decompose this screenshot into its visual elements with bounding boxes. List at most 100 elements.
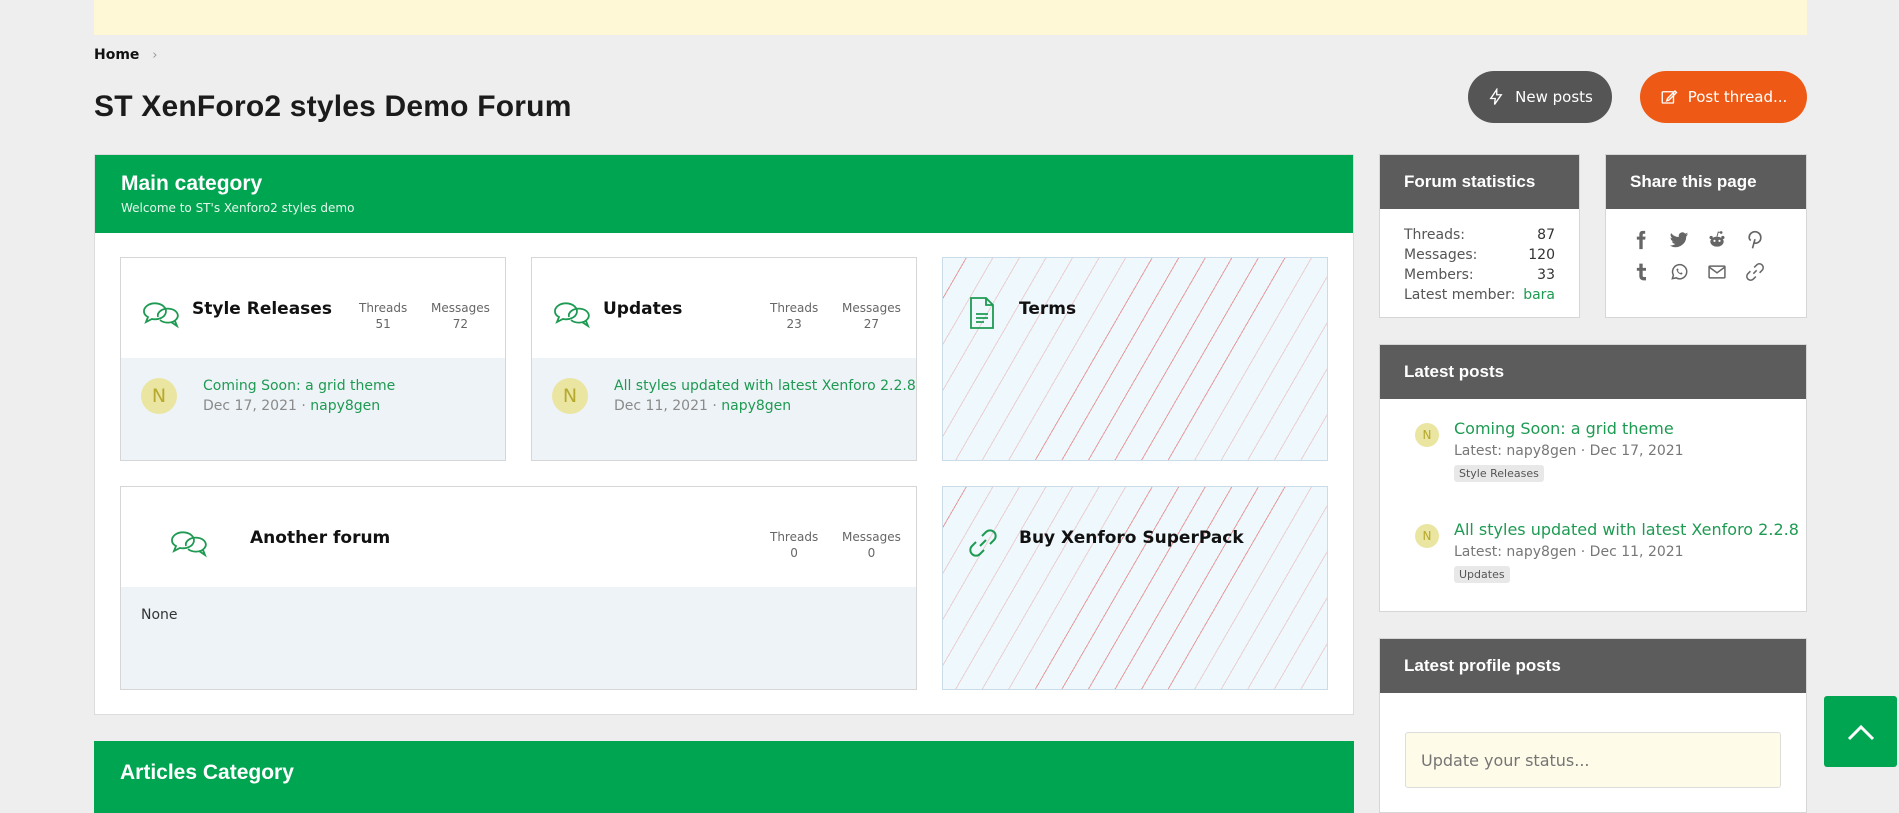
latest-profile-posts-title: Latest profile posts xyxy=(1380,639,1806,693)
articles-category-title[interactable]: Articles Category xyxy=(94,741,1354,805)
share-block: Share this page xyxy=(1605,154,1807,318)
threads-label: Threads xyxy=(770,301,819,315)
notice-bar xyxy=(94,0,1807,35)
new-posts-label: New posts xyxy=(1515,88,1593,106)
page-title: ST XenForo2 styles Demo Forum xyxy=(94,90,572,123)
whatsapp-icon[interactable] xyxy=(1668,261,1690,283)
avatar[interactable]: N xyxy=(1415,524,1439,548)
pinterest-icon[interactable] xyxy=(1744,229,1766,251)
messages-stat: Messages 27 xyxy=(842,301,901,331)
messages-stat: Messages 72 xyxy=(431,301,490,331)
edit-icon xyxy=(1661,90,1678,104)
messages-label: Messages xyxy=(842,301,901,315)
forum-node-style-releases: Style Releases Threads 51 Messages 72 N Co… xyxy=(120,257,506,461)
scroll-to-top-button[interactable] xyxy=(1824,696,1897,767)
no-latest-post: None xyxy=(141,607,178,623)
chat-bubbles-icon xyxy=(143,302,179,329)
messages-label: Messages xyxy=(431,301,490,315)
threads-label: Threads xyxy=(770,530,819,544)
articles-category-block: Articles Category xyxy=(94,741,1354,813)
avatar[interactable]: N xyxy=(141,378,177,414)
main-category-header: Main category Welcome to ST's Xenforo2 s… xyxy=(95,155,1353,233)
stat-value: 120 xyxy=(1528,247,1555,263)
facebook-icon[interactable] xyxy=(1630,229,1652,251)
chat-bubbles-icon xyxy=(171,531,207,558)
forum-statistics-list: Threads: 87 Messages: 120 Members: 33 Lates… xyxy=(1380,209,1579,321)
forum-title[interactable]: Another forum xyxy=(250,528,390,548)
breadcrumb: Home › xyxy=(94,47,158,63)
new-posts-button[interactable]: New posts xyxy=(1468,71,1612,123)
messages-label: Messages xyxy=(842,530,901,544)
latest-posts-block: Latest posts N Coming Soon: a grid theme… xyxy=(1379,344,1807,612)
latest-thread-link[interactable]: All styles updated with latest Xenforo 2… xyxy=(614,378,916,394)
reddit-icon[interactable] xyxy=(1706,229,1728,251)
status-update-input[interactable] xyxy=(1405,732,1781,788)
latest-posts-title: Latest posts xyxy=(1380,345,1806,399)
chat-bubbles-icon xyxy=(554,302,590,329)
main-category-description: Welcome to ST's Xenforo2 styles demo xyxy=(121,201,355,215)
main-category-title[interactable]: Main category xyxy=(121,172,1327,196)
messages-stat: Messages 0 xyxy=(842,530,901,560)
post-thread-label: Post thread... xyxy=(1687,88,1788,106)
stat-label: Threads: xyxy=(1404,227,1465,243)
twitter-icon[interactable] xyxy=(1668,229,1690,251)
stat-label: Members: xyxy=(1404,267,1474,283)
stat-row-latest-member: Latest member: bara xyxy=(1404,285,1555,305)
stat-value: 33 xyxy=(1537,267,1555,283)
forum-title[interactable]: Updates xyxy=(603,299,682,319)
latest-thread-link[interactable]: Coming Soon: a grid theme xyxy=(203,378,395,394)
bolt-icon xyxy=(1489,88,1503,105)
email-icon[interactable] xyxy=(1706,261,1728,283)
latest-post-meta: Latest: napy8gen · Dec 11, 2021 xyxy=(1454,544,1684,560)
messages-count: 72 xyxy=(452,317,469,331)
chevron-up-icon xyxy=(1847,724,1874,740)
avatar[interactable]: N xyxy=(1415,423,1439,447)
messages-count: 27 xyxy=(863,317,880,331)
link-title[interactable]: Terms xyxy=(1019,299,1076,319)
link-title[interactable]: Buy Xenforo SuperPack xyxy=(1019,528,1244,548)
latest-post-area: N Coming Soon: a grid theme Dec 17, 2021… xyxy=(121,358,505,460)
stat-row-threads: Threads: 87 xyxy=(1404,225,1555,245)
threads-count: 0 xyxy=(790,546,798,560)
forum-statistics-block: Forum statistics Threads: 87 Messages: 120… xyxy=(1379,154,1580,318)
threads-stat: Threads 51 xyxy=(359,301,407,331)
link-node-terms[interactable]: Terms xyxy=(942,257,1328,461)
link-node-superpack[interactable]: Buy Xenforo SuperPack xyxy=(942,486,1328,690)
breadcrumb-home[interactable]: Home xyxy=(94,47,139,63)
forum-tag[interactable]: Style Releases xyxy=(1454,465,1544,482)
avatar[interactable]: N xyxy=(552,378,588,414)
latest-user[interactable]: napy8gen xyxy=(310,398,380,414)
latest-user[interactable]: napy8gen xyxy=(721,398,791,414)
latest-thread-meta: Dec 11, 2021 · napy8gen xyxy=(614,398,792,414)
stat-label: Latest member: xyxy=(1404,287,1516,303)
threads-count: 23 xyxy=(786,317,802,331)
forum-title[interactable]: Style Releases xyxy=(192,299,332,319)
threads-label: Threads xyxy=(359,301,408,315)
latest-post-title[interactable]: Coming Soon: a grid theme xyxy=(1454,419,1674,438)
forum-tag[interactable]: Updates xyxy=(1454,566,1510,583)
threads-stat: Threads 0 xyxy=(770,530,818,560)
link-icon[interactable] xyxy=(1744,261,1766,283)
stat-row-members: Members: 33 xyxy=(1404,265,1555,285)
link-icon xyxy=(969,529,997,557)
forum-statistics-title: Forum statistics xyxy=(1380,155,1579,209)
latest-post-item: N Coming Soon: a grid theme Latest: napy… xyxy=(1380,399,1806,499)
latest-post-meta: Latest: napy8gen · Dec 17, 2021 xyxy=(1454,443,1684,459)
stat-row-messages: Messages: 120 xyxy=(1404,245,1555,265)
threads-stat: Threads 23 xyxy=(770,301,818,331)
latest-post-item: N All styles updated with latest Xenforo… xyxy=(1380,500,1806,600)
stat-value: 87 xyxy=(1537,227,1555,243)
share-icons xyxy=(1606,209,1806,303)
latest-post-title[interactable]: All styles updated with latest Xenforo 2… xyxy=(1454,520,1799,539)
stat-label: Messages: xyxy=(1404,247,1478,263)
latest-member-link[interactable]: bara xyxy=(1523,285,1555,305)
latest-post-area: None xyxy=(121,587,916,689)
latest-date: Dec 11, 2021 xyxy=(614,398,708,414)
latest-date: Dec 17, 2021 xyxy=(203,398,297,414)
tumblr-icon[interactable] xyxy=(1630,261,1652,283)
threads-count: 51 xyxy=(375,317,391,331)
latest-thread-meta: Dec 17, 2021 · napy8gen xyxy=(203,398,381,414)
forum-node-updates: Updates Threads 23 Messages 27 N All style… xyxy=(531,257,917,461)
latest-post-area: N All styles updated with latest Xenforo… xyxy=(532,358,916,460)
post-thread-button[interactable]: Post thread... xyxy=(1640,71,1807,123)
